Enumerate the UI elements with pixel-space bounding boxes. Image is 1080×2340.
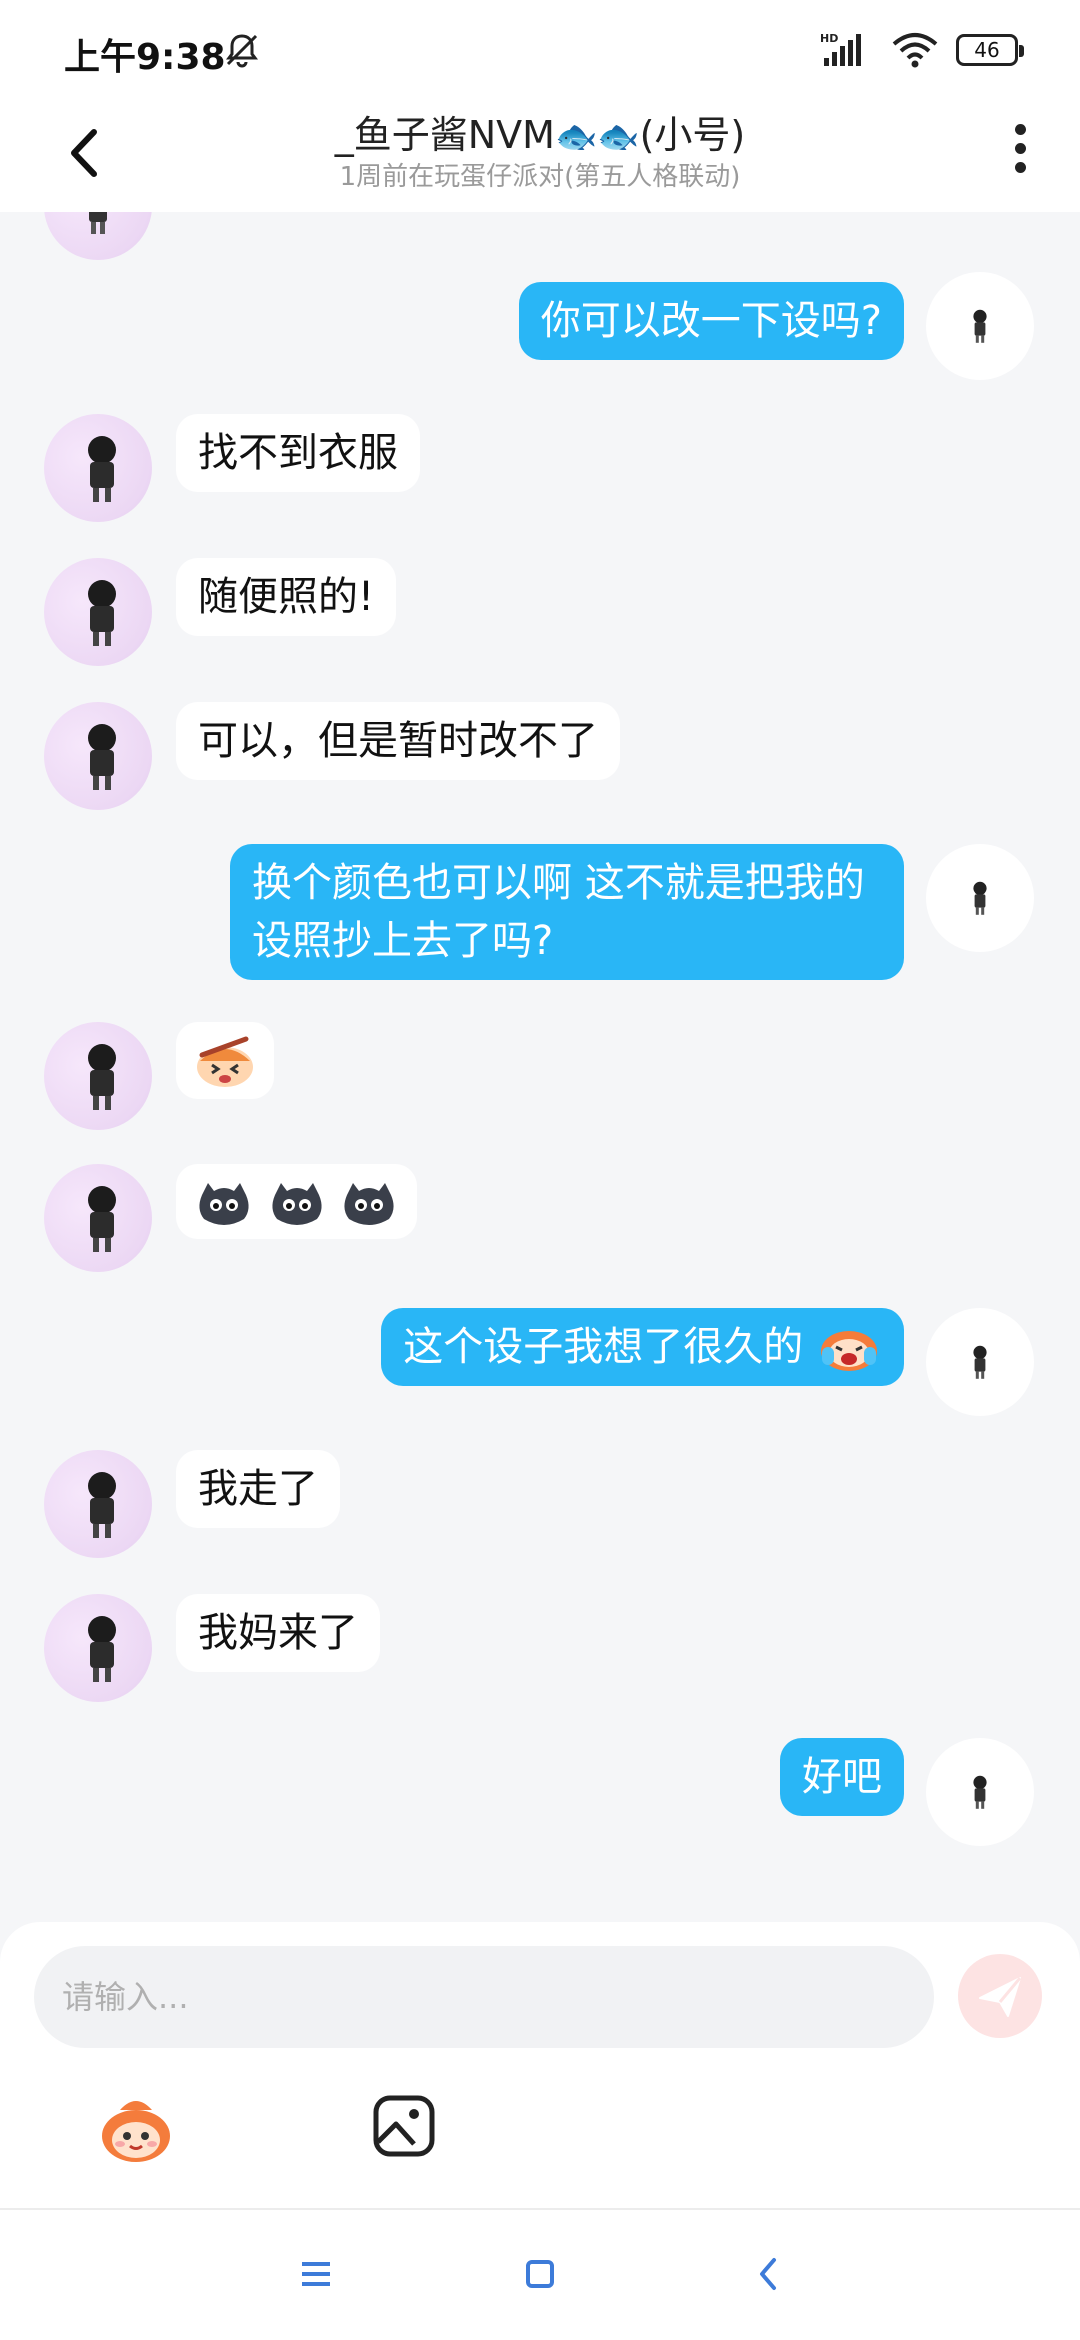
my-avatar[interactable] [926,1738,1034,1846]
message-bubble-incoming[interactable] [176,1022,274,1099]
message-row: 我妈来了 [0,1594,1080,1704]
message-input[interactable] [34,1946,934,2048]
dark-face-emoji [199,1183,249,1225]
message-row: 我走了 [0,1450,1080,1560]
my-avatar[interactable] [926,1308,1034,1416]
wifi-icon [892,33,938,68]
svg-text:HD: HD [820,32,838,45]
chat-title-name: _鱼子酱NVM [334,113,555,157]
emoji-sticker-icon[interactable] [94,2090,178,2170]
status-bar: 上午9:38 HD 46 [0,0,1080,100]
message-bubble-incoming[interactable] [176,1164,418,1239]
message-bubble-outgoing[interactable]: 你可以改一下设吗? [518,282,904,360]
menu-icon[interactable] [292,2250,340,2298]
message-text: 这个设子我想了很久的 [403,1324,804,1370]
crying-face-emoji [821,1331,877,1371]
my-avatar[interactable] [926,272,1034,380]
message-bubble-outgoing[interactable]: 换个颜色也可以啊 这不就是把我的设照抄上去了吗? [230,844,904,980]
message-bubble-incoming[interactable]: 找不到衣服 [176,414,420,492]
message-row: 你可以改一下设吗? [0,272,1080,382]
message-row: 好吧 [0,1738,1080,1848]
message-row: 可以，但是暂时改不了 [0,702,1080,812]
home-icon[interactable] [516,2250,564,2298]
contact-avatar[interactable] [44,558,152,666]
message-list[interactable]: 你可以改一下设吗? 找不到衣服 随便照的! 可以，但是暂时改不了 换个颜色也可以… [0,212,1080,1922]
contact-avatar[interactable] [44,212,152,260]
my-avatar[interactable] [926,844,1034,952]
message-row: 换个颜色也可以啊 这不就是把我的设照抄上去了吗? [0,844,1080,994]
contact-avatar[interactable] [44,1594,152,1702]
dark-face-emoji [272,1183,322,1225]
send-icon [979,1977,1022,2017]
hd-signal-icon: HD [820,32,861,66]
message-bubble-outgoing[interactable]: 这个设子我想了很久的 [381,1308,904,1386]
fish-emoji: 🐟🐟 [554,117,640,157]
message-row: 找不到衣服 [0,414,1080,524]
composer [0,1922,1080,2210]
contact-avatar[interactable] [44,1022,152,1130]
chat-title: _鱼子酱NVM🐟🐟(小号) [0,104,1080,159]
message-row: 随便照的! [0,558,1080,668]
chat-subtitle: 1周前在玩蛋仔派对(第五人格联动) [339,162,741,192]
send-button[interactable] [958,1954,1042,2038]
message-bubble-incoming[interactable]: 我走了 [176,1450,340,1528]
status-time: 上午9:38 [64,37,226,78]
bell-off-icon [226,34,258,68]
chat-title-suffix: (小号) [639,113,746,157]
message-bubble-outgoing[interactable]: 好吧 [780,1738,904,1816]
message-bubble-incoming[interactable]: 可以，但是暂时改不了 [176,702,620,780]
message-bubble-incoming[interactable]: 随便照的! [176,558,397,636]
battery-icon: 46 [956,34,1024,66]
contact-avatar[interactable] [44,414,152,522]
message-row [0,1164,1080,1274]
sweat-face-emoji [197,1036,253,1087]
contact-avatar[interactable] [44,1450,152,1558]
chat-header: _鱼子酱NVM🐟🐟(小号) 1周前在玩蛋仔派对(第五人格联动) [0,100,1080,212]
back-icon[interactable] [744,2250,792,2298]
image-icon[interactable] [370,2092,438,2160]
contact-avatar[interactable] [44,1164,152,1272]
contact-avatar[interactable] [44,702,152,810]
message-bubble-incoming[interactable]: 我妈来了 [176,1594,380,1672]
message-row [0,1022,1080,1132]
message-row: 这个设子我想了很久的 [0,1308,1080,1418]
system-navigation-bar [0,2210,1080,2340]
dark-face-emoji [344,1183,395,1225]
more-options-icon[interactable] [1008,118,1032,188]
